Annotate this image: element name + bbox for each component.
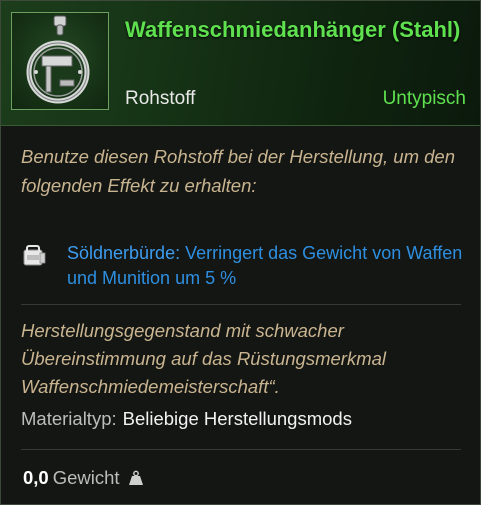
item-name: Waffenschmiedanhänger (Stahl) (125, 17, 461, 42)
material-type-label: Materialtyp: (21, 408, 117, 429)
backpack-icon (23, 245, 46, 266)
tooltip-header: Waffenschmiedanhänger (Stahl) Rohstoff U… (1, 1, 480, 126)
weight-icon (128, 470, 143, 485)
item-icon-frame (11, 12, 109, 110)
item-rarity: Untypisch (382, 88, 466, 109)
tooltip-body: Benutze diesen Rohstoff bei der Herstell… (1, 126, 480, 504)
item-tooltip: Waffenschmiedanhänger (Stahl) Rohstoff U… (0, 0, 481, 505)
perk-text: Söldnerbürde: Verringert das Gewicht von… (67, 241, 467, 291)
perk-name: Söldnerbürde: (67, 243, 181, 263)
weight-value: 0,0 (23, 467, 49, 488)
weight-label: Gewicht (52, 467, 120, 488)
material-type-row: Materialtyp: Beliebige Herstellungsmods (21, 408, 352, 430)
weight-row: 0,0 Gewicht (23, 467, 144, 489)
item-flavor-text: Herstellungsgegenstand mit schwacher Übe… (21, 320, 387, 397)
divider (21, 304, 461, 305)
material-type-value: Beliebige Herstellungsmods (122, 408, 352, 429)
divider (21, 449, 461, 450)
item-type: Rohstoff (125, 88, 196, 109)
item-description: Benutze diesen Rohstoff bei der Herstell… (21, 146, 455, 196)
steel-pendant-icon (26, 15, 90, 104)
